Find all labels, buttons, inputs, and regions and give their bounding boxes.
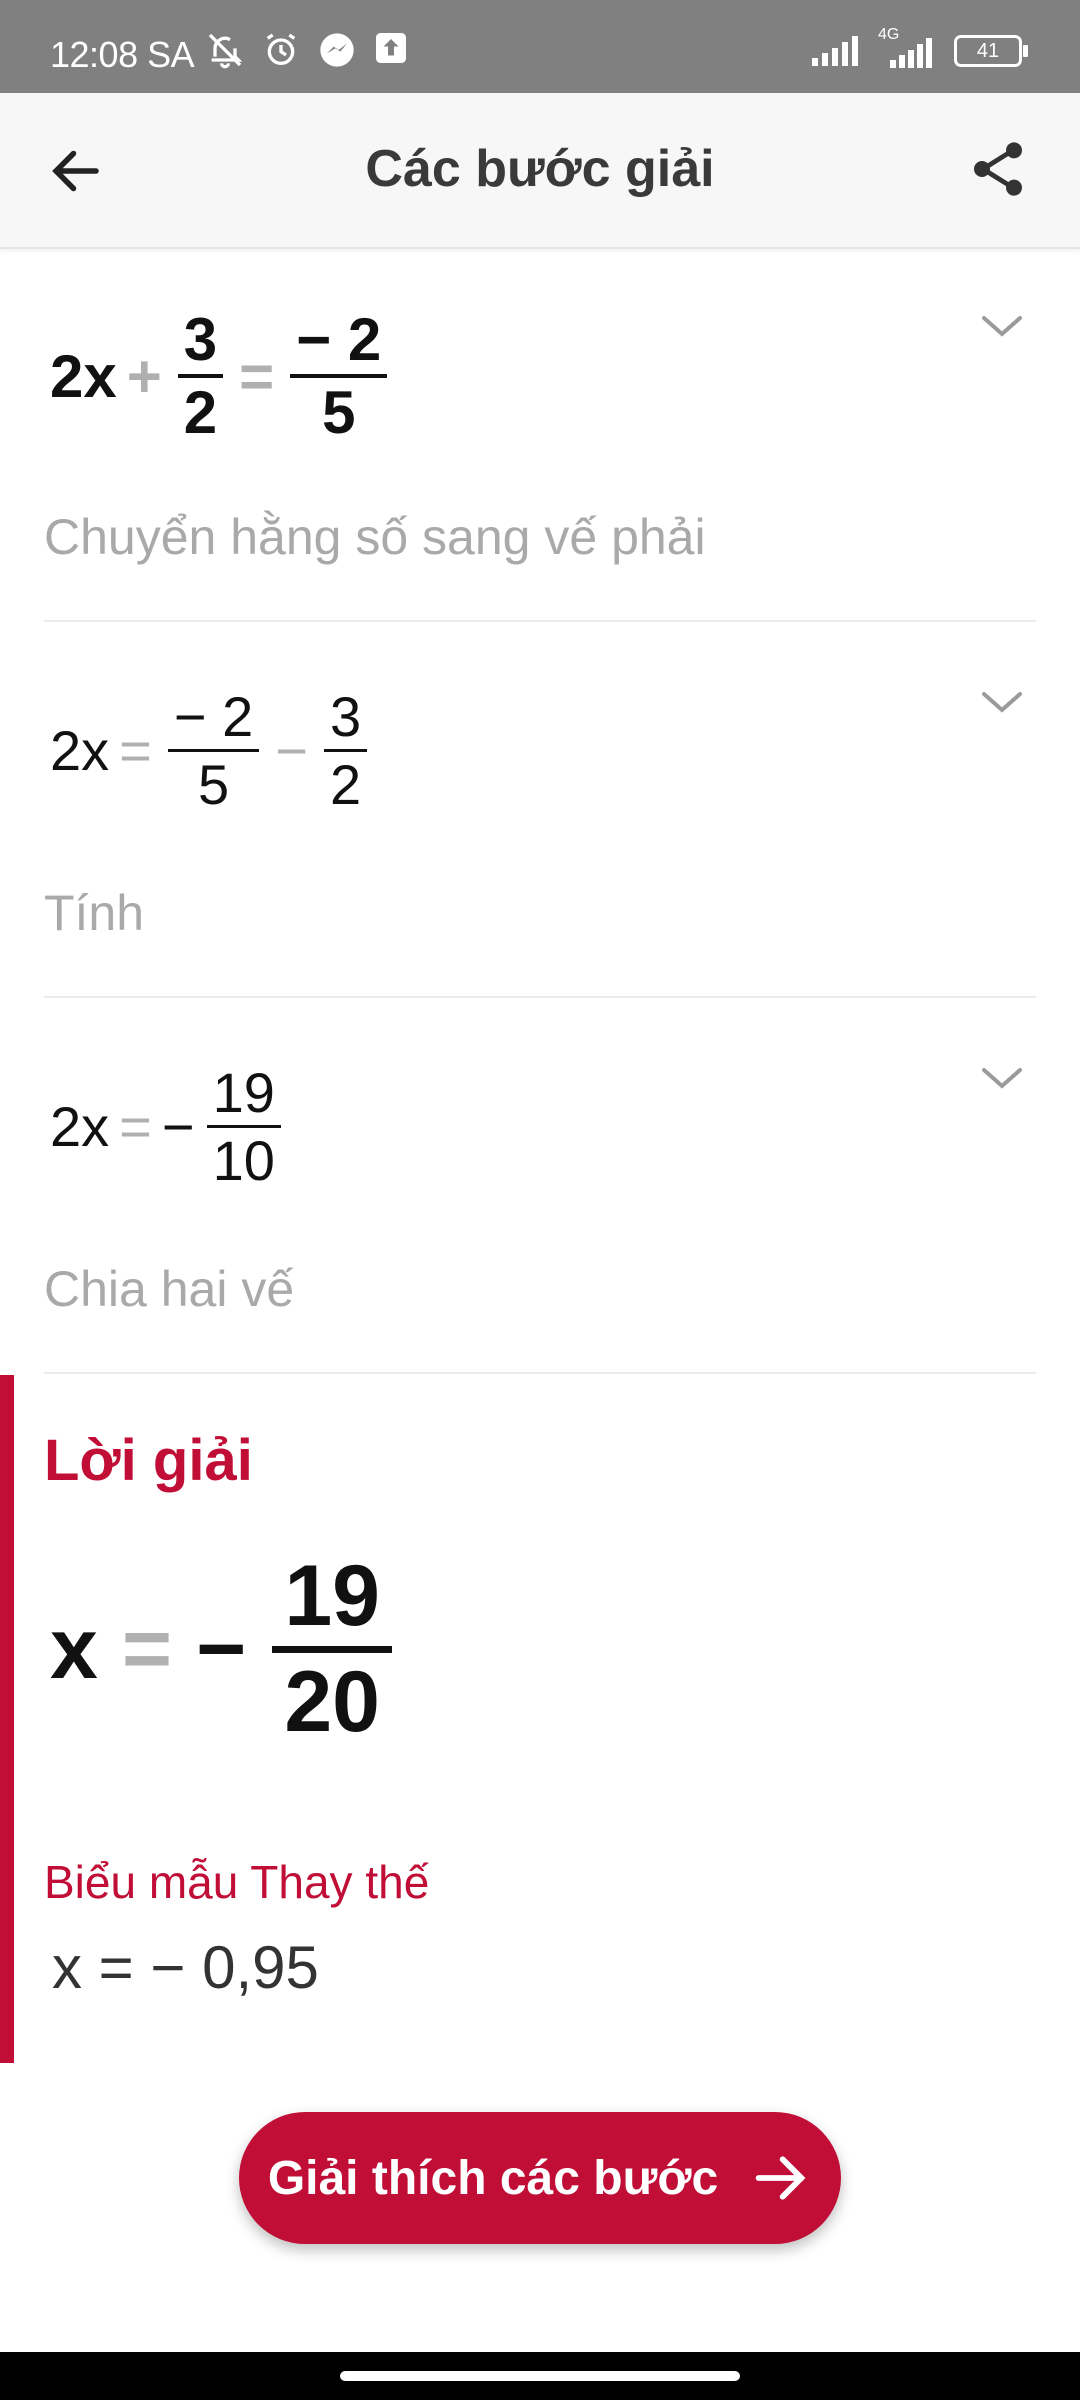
share-button[interactable]: [966, 137, 1030, 201]
explain-steps-button[interactable]: Giải thích các bước: [239, 2112, 841, 2244]
signal-4g-icon: 4G: [878, 26, 936, 68]
divider: [44, 1372, 1036, 1374]
explain-steps-label: Giải thích các bước: [267, 2151, 719, 2205]
alternate-form-value: x = − 0,95: [52, 1934, 319, 2001]
divider: [44, 996, 1036, 998]
status-time: 12:08 SA: [50, 34, 195, 75]
upload-icon: [376, 33, 406, 63]
chevron-down-icon[interactable]: [980, 688, 1024, 718]
alternate-form-title: Biểu mẫu Thay thế: [44, 1856, 430, 1908]
step-equation: 2x = − 19 10: [50, 1060, 287, 1193]
alarm-icon: [266, 33, 296, 65]
solution-title: Lời giải: [44, 1428, 253, 1493]
chevron-down-icon[interactable]: [980, 312, 1024, 342]
divider: [44, 620, 1036, 622]
page-title: Các bước giải: [365, 140, 715, 198]
share-icon: [974, 142, 1022, 196]
battery-icon: 41: [954, 35, 1028, 67]
app-bar: Các bước giải: [0, 93, 1080, 249]
step-description: Chia hai vế: [44, 1261, 295, 1317]
signal-icon: [812, 36, 858, 66]
fraction: 19 20: [272, 1547, 392, 1752]
solution-card: Lời giải x = − 19 20 Biểu mẫu Thay thế x…: [0, 1375, 1080, 2063]
arrow-right-icon: [755, 2156, 806, 2200]
fraction: − 2 5: [167, 684, 260, 817]
bell-off-icon: [208, 33, 243, 69]
status-bar: 12:08 SA 4G 41: [0, 0, 1080, 93]
fraction: 3 2: [177, 305, 224, 447]
home-indicator[interactable]: [340, 2371, 740, 2381]
navigation-bar: [0, 2352, 1080, 2400]
step-equation: 2x + 3 2 = − 2 5: [50, 305, 393, 447]
solution-equation: x = − 19 20: [50, 1547, 392, 1752]
step-equation: 2x = − 2 5 − 3 2: [50, 684, 373, 817]
chevron-down-icon[interactable]: [980, 1064, 1024, 1094]
messenger-icon: [320, 33, 354, 67]
fraction: − 2 5: [290, 305, 388, 447]
fraction: 19 10: [206, 1060, 281, 1193]
step-description: Chuyển hằng số sang vế phải: [44, 509, 706, 565]
step-description: Tính: [44, 885, 145, 941]
fraction: 3 2: [323, 684, 368, 817]
